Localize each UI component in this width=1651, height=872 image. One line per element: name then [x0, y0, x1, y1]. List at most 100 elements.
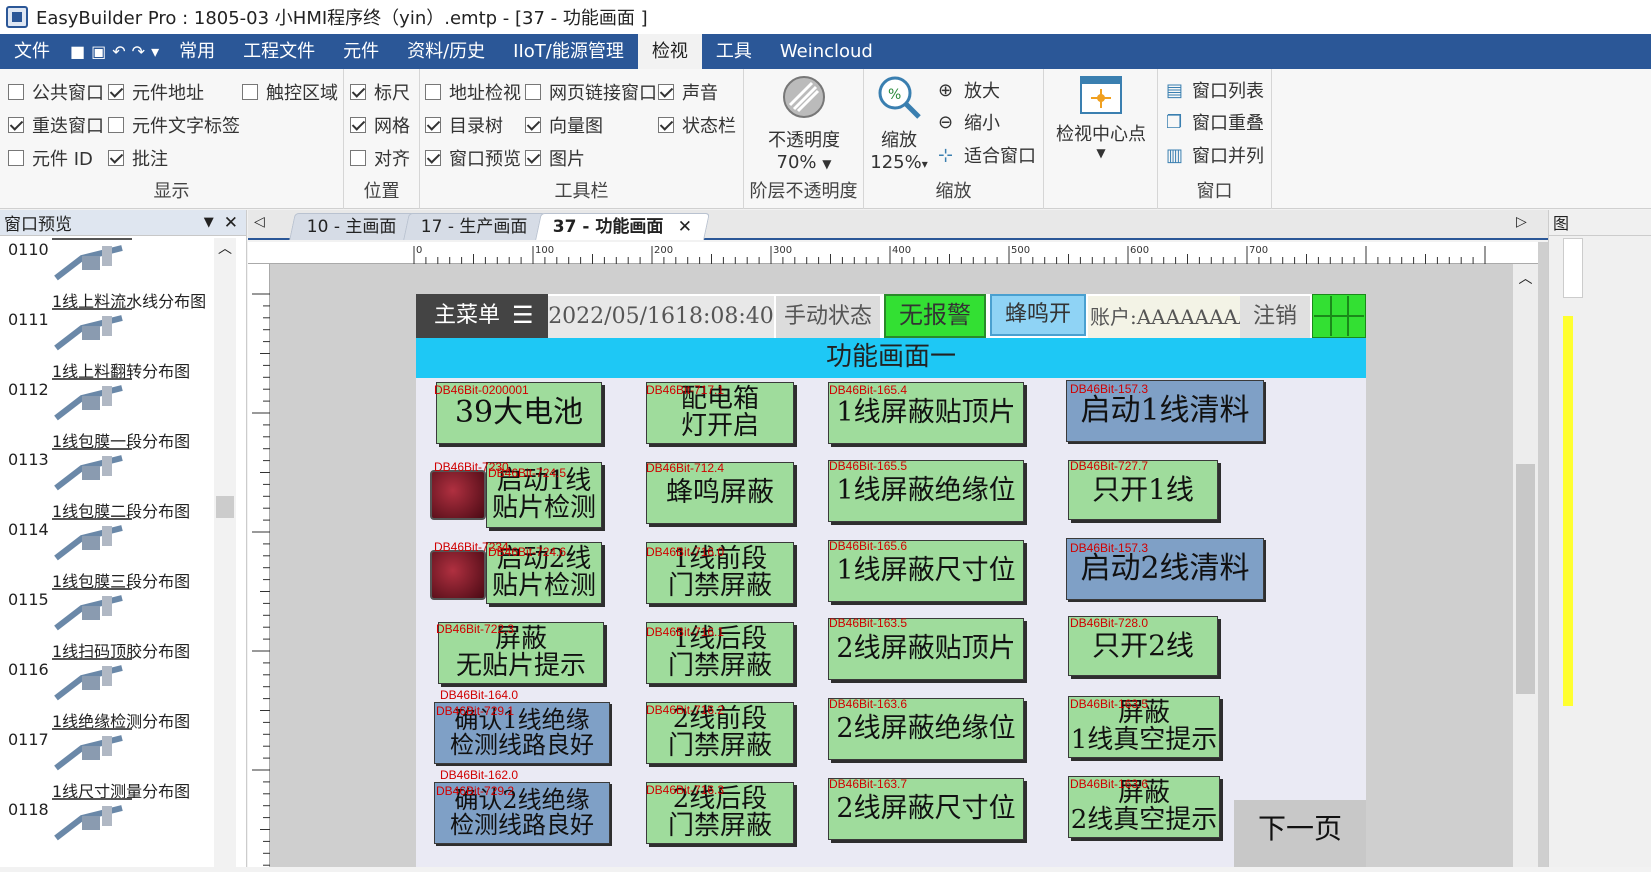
preview-item[interactable]: 0111 1线上料翻转分布图 [0, 306, 220, 381]
indicator-lamp-2 [430, 550, 486, 600]
ruler-label: 400 [892, 245, 911, 256]
tab-close-icon[interactable]: ✕ [677, 214, 691, 241]
address-tag: DB46Bit-728.0 [1070, 616, 1149, 630]
opacity-button[interactable]: 不透明度 70% ▼ [744, 73, 864, 173]
scroll-up-icon[interactable]: ︿ [214, 238, 236, 258]
menu-iiot[interactable]: IIoT/能源管理 [499, 34, 638, 69]
menu-tools[interactable]: 工具 [702, 34, 766, 69]
window-tile-icon: ▥ [1166, 145, 1184, 166]
tab-main-screen[interactable]: 10 - 主画面 [289, 213, 415, 240]
group-toolbar-label: 工具栏 [554, 181, 609, 202]
chk-status-bar[interactable]: 状态栏 [658, 112, 736, 138]
save-icon[interactable]: ■ [70, 42, 85, 61]
ruler-label: 500 [1011, 245, 1030, 256]
chk-annotation[interactable]: 批注 [108, 145, 168, 171]
chevron-down-icon[interactable]: ▾ [151, 42, 159, 61]
window-cascade-button[interactable]: ❐ 窗口重叠 [1166, 109, 1264, 135]
window-tile-button[interactable]: ▥ 窗口并列 [1166, 142, 1264, 168]
view-center-button[interactable]: 检视中心点 ▼ [1044, 75, 1158, 160]
tab-next-icon[interactable]: ▷ [1516, 214, 1527, 230]
preview-item-number: 0116 [8, 660, 49, 679]
preview-item-number: 0113 [8, 450, 49, 469]
chk-address-view[interactable]: 地址检视 [425, 79, 521, 105]
menu-data-history[interactable]: 资料/历史 [393, 34, 499, 69]
group-position: 标尺 网格 对齐 位置 [344, 69, 420, 209]
canvas-scrollbar[interactable]: ︿ [1513, 264, 1538, 867]
screen-icon[interactable]: ▣ [91, 42, 106, 61]
address-tag: DB46Bit-162.0 [440, 768, 519, 782]
preview-item-number: 0110 [8, 240, 49, 259]
preview-item[interactable]: 0116 1线绝缘检测分布图 [0, 656, 220, 731]
main-menu-button[interactable]: 主菜单 ☰ [416, 294, 548, 338]
chk-align[interactable]: 对齐 [350, 145, 410, 171]
hmi-screen: 主菜单 ☰ 2022/05/1618:08:40 手动状态 无报警 蜂鸣开 账户:… [416, 294, 1366, 867]
center-icon [1080, 76, 1122, 114]
preview-title: 窗口预览 [4, 215, 72, 235]
chk-object-text-label[interactable]: 元件文字标签 [108, 112, 240, 138]
canvas-scroll-thumb[interactable] [1516, 464, 1535, 694]
chk-object-address[interactable]: 元件地址 [108, 79, 204, 105]
chk-vector-graph[interactable]: 向量图 [525, 112, 603, 138]
tab-production-screen[interactable]: 17 - 生产画面 [403, 213, 546, 240]
address-tag: DB46Bit-0200001 [434, 383, 529, 397]
zoom-in-button[interactable]: ⊕ 放大 [938, 77, 1000, 103]
address-tag: DB46Bit-163.7 [829, 777, 908, 791]
preview-item[interactable]: 0118 [0, 796, 220, 867]
fit-window-button[interactable]: ⊹ 适合窗口 [938, 142, 1036, 168]
chk-object-id[interactable]: 元件 ID [8, 145, 93, 171]
chk-touch-area[interactable]: 触控区域 [242, 79, 338, 105]
tab-function-screen[interactable]: 37 - 功能画面 ✕ [535, 213, 710, 240]
opacity-icon [783, 76, 825, 118]
redo-icon[interactable]: ↷ [132, 42, 145, 61]
scroll-thumb[interactable] [216, 496, 234, 518]
scroll-up-icon[interactable]: ︿ [1513, 268, 1538, 288]
preview-item[interactable]: 0117 1线尺寸测量分布图 [0, 726, 220, 801]
chk-grid[interactable]: 网格 [350, 112, 410, 138]
window-list-button[interactable]: ▤ 窗口列表 [1166, 77, 1264, 103]
preview-item[interactable]: 0115 1线扫码顶胶分布图 [0, 586, 220, 661]
preview-scrollbar[interactable]: ︿ [214, 238, 236, 867]
side-tab[interactable] [1563, 238, 1583, 298]
menu-objects[interactable]: 元件 [329, 34, 393, 69]
preview-item[interactable]: 0110 1线上料流水线分布图 [0, 236, 220, 311]
chk-web-link-window[interactable]: 网页链接窗口 [525, 79, 657, 105]
chk-window-preview[interactable]: 窗口预览 [425, 145, 521, 171]
group-window-label: 窗口 [1196, 181, 1233, 202]
chk-sound[interactable]: 声音 [658, 79, 718, 105]
preview-item-number: 0114 [8, 520, 49, 539]
chk-picture[interactable]: 图片 [525, 145, 585, 171]
logout-button[interactable]: 注销 [1240, 296, 1310, 338]
zoom-out-button[interactable]: ⊖ 缩小 [938, 109, 1000, 135]
undo-icon[interactable]: ↶ [112, 42, 125, 61]
address-tag: DB46Bit-716.3 [646, 783, 725, 797]
tab-prev-icon[interactable]: ◁ [254, 214, 265, 230]
menu-weincloud[interactable]: Weincloud [766, 34, 887, 69]
menu-file[interactable]: 文件 [0, 34, 64, 69]
group-display-label: 显示 [153, 181, 190, 202]
next-page-button[interactable]: 下一页 [1234, 800, 1366, 867]
address-tag: DB46Bit-163.5 [1070, 697, 1149, 711]
group-zoom-label: 缩放 [935, 181, 972, 202]
menu-view[interactable]: 检视 [637, 34, 702, 69]
close-icon[interactable]: ✕ [224, 213, 238, 233]
preview-item[interactable]: 0112 1线包膜一段分布图 [0, 376, 220, 451]
chk-overlap-window[interactable]: 重迭窗口 [8, 112, 104, 138]
chk-directory-tree[interactable]: 目录树 [425, 112, 503, 138]
preview-thumbnail [52, 588, 132, 631]
preview-item-number: 0117 [8, 730, 49, 749]
preview-item[interactable]: 0113 1线包膜二段分布图 [0, 446, 220, 521]
group-opacity: 不透明度 70% ▼ 阶层不透明度 [744, 69, 864, 209]
right-panel-icon[interactable]: 图 [1549, 210, 1651, 236]
address-tag: DB46Bit-724.6 [488, 545, 567, 559]
menu-home[interactable]: 常用 [165, 34, 229, 69]
menu-project[interactable]: 工程文件 [229, 34, 329, 69]
zoom-button[interactable]: % 缩放 125%▾ [864, 73, 934, 173]
chk-ruler[interactable]: 标尺 [350, 79, 410, 105]
pane-menu-icon[interactable]: ▼ [204, 215, 214, 230]
preview-item[interactable]: 0114 1线包膜三段分布图 [0, 516, 220, 591]
chk-public-window[interactable]: 公共窗口 [8, 79, 104, 105]
buzzer-button[interactable]: 蜂鸣开 [990, 294, 1086, 336]
ruler-label: 200 [654, 245, 673, 256]
vertical-ruler [248, 264, 270, 867]
ruler-ticks: 0 100 200 300 400 500 600 700 [413, 245, 1486, 264]
